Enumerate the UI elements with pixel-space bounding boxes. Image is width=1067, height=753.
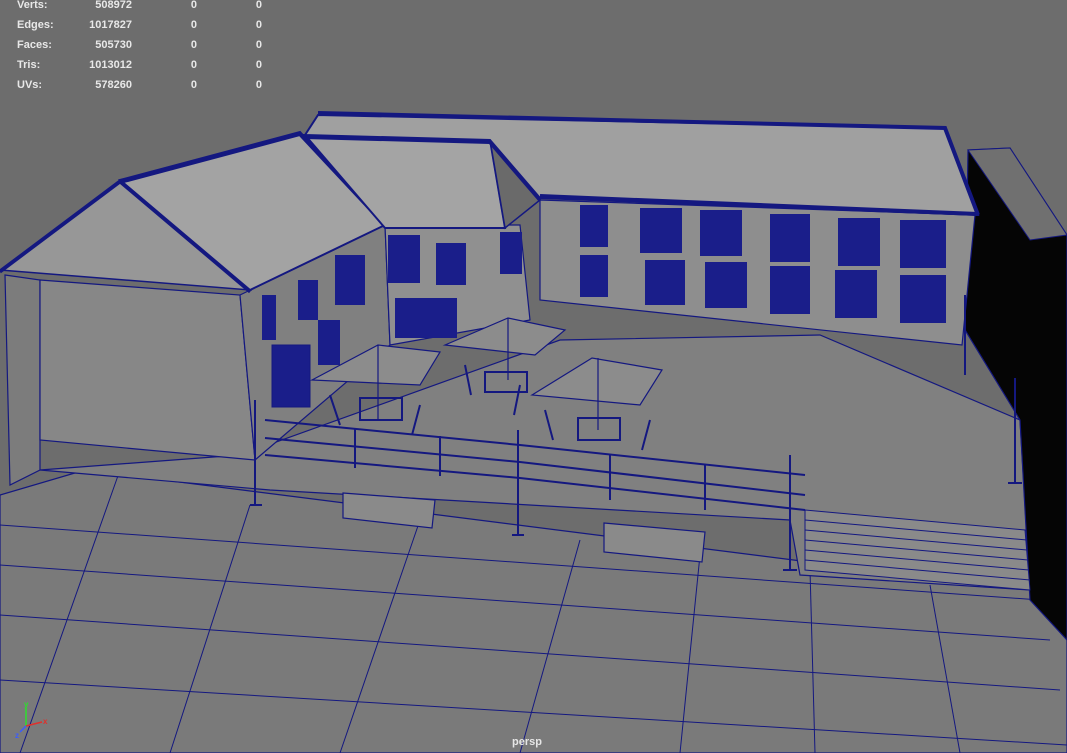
camera-name-label: persp xyxy=(512,736,542,748)
hud-row-tris: Tris: 1013012 0 0 xyxy=(17,59,262,71)
axis-label-y: y xyxy=(24,700,29,709)
poly-count-hud: Verts: 508972 0 0 Edges: 1017827 0 0 Fac… xyxy=(0,0,280,100)
perspective-viewport[interactable]: Verts: 508972 0 0 Edges: 1017827 0 0 Fac… xyxy=(0,0,1067,753)
hud-row-uvs: UVs: 578260 0 0 xyxy=(17,79,262,91)
scene-wireframe[interactable] xyxy=(0,0,1067,753)
hud-row-edges: Edges: 1017827 0 0 xyxy=(17,19,262,31)
axis-gizmo-icon: y x z xyxy=(15,700,48,740)
axis-label-x: x xyxy=(43,717,48,726)
hud-row-verts: Verts: 508972 0 0 xyxy=(17,0,262,11)
hud-row-faces: Faces: 505730 0 0 xyxy=(17,39,262,51)
